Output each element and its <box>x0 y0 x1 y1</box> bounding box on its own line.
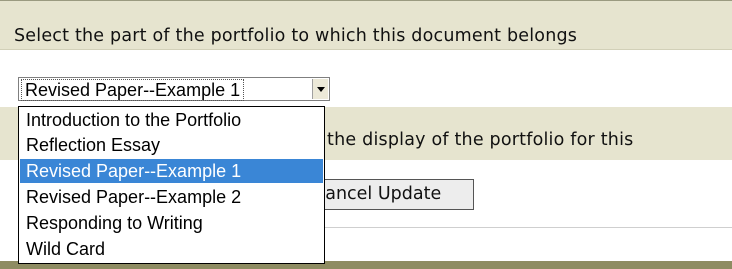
option-revised-paper-2[interactable]: Revised Paper--Example 2 <box>20 185 323 209</box>
option-responding-to-writing[interactable]: Responding to Writing <box>20 211 323 235</box>
divider <box>300 227 732 228</box>
portfolio-part-options: Introduction to the Portfolio Reflection… <box>18 106 325 264</box>
portfolio-form: Select the part of the portfolio to whic… <box>0 0 732 269</box>
select-current-value: Revised Paper--Example 1 <box>21 79 245 101</box>
option-revised-paper-1[interactable]: Revised Paper--Example 1 <box>20 159 323 183</box>
option-reflection-essay[interactable]: Reflection Essay <box>20 133 323 157</box>
portfolio-part-select[interactable]: Revised Paper--Example 1 <box>18 77 330 101</box>
chevron-down-icon[interactable] <box>312 79 328 99</box>
option-introduction[interactable]: Introduction to the Portfolio <box>20 108 323 132</box>
cancel-update-button[interactable]: Cancel Update <box>300 179 474 210</box>
option-wild-card[interactable]: Wild Card <box>20 237 323 261</box>
part-prompt-label: Select the part of the portfolio to whic… <box>14 26 578 46</box>
